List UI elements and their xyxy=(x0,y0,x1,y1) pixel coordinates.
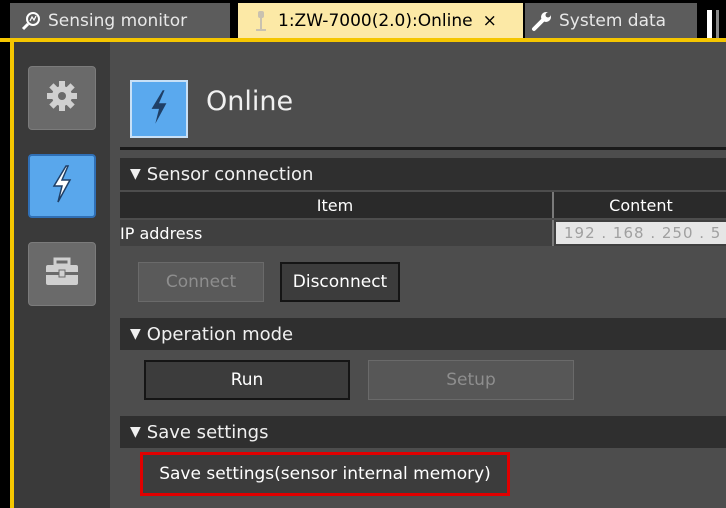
section-header-operation-mode[interactable]: ▼ Operation mode xyxy=(120,318,726,350)
sensor-icon xyxy=(250,10,272,32)
online-panel: Online ▼ Sensor connection Item Content … xyxy=(110,42,726,508)
gear-icon xyxy=(44,78,80,118)
table-header: Item Content xyxy=(120,192,726,218)
section-label: Sensor connection xyxy=(146,163,314,185)
window-edge xyxy=(0,42,10,508)
toolbox-icon xyxy=(44,257,80,291)
section-header-sensor-connection[interactable]: ▼ Sensor connection xyxy=(120,158,726,190)
tab-online[interactable]: 1:ZW-7000(2.0):Online × xyxy=(238,3,523,38)
tab-label: 1:ZW-7000(2.0):Online xyxy=(278,10,473,31)
save-settings-button[interactable]: Save settings(sensor internal memory) xyxy=(140,452,510,496)
table-row: IP address 192 . 168 . 250 . 5 xyxy=(120,220,726,246)
row-item-label: IP address xyxy=(120,223,203,243)
tab-scroll-indicator xyxy=(707,10,712,40)
tab-label: Sensing monitor xyxy=(48,10,188,31)
lightning-icon xyxy=(48,164,76,208)
section-header-save-settings[interactable]: ▼ Save settings xyxy=(120,416,726,448)
collapse-triangle-icon: ▼ xyxy=(130,166,141,182)
magnifier-icon xyxy=(20,10,42,32)
sidebar-item-settings[interactable] xyxy=(28,66,96,130)
close-icon[interactable]: × xyxy=(483,11,497,31)
wrench-icon xyxy=(531,10,553,32)
collapse-triangle-icon: ▼ xyxy=(130,326,141,342)
page-title: Online xyxy=(206,86,294,117)
tab-sensing-monitor[interactable]: Sensing monitor xyxy=(10,3,230,38)
tab-scroll-indicator-secondary xyxy=(716,10,719,40)
ip-address-field[interactable]: 192 . 168 . 250 . 5 xyxy=(556,222,726,244)
title-divider xyxy=(120,147,726,150)
setup-button[interactable]: Setup xyxy=(368,360,574,400)
tab-label: System data xyxy=(559,10,667,31)
section-label: Save settings xyxy=(146,421,269,443)
connect-button[interactable]: Connect xyxy=(138,262,264,302)
tab-bar: Sensing monitor 1:ZW-7000(2.0):Online × … xyxy=(0,0,726,40)
column-header-item: Item xyxy=(316,195,354,215)
run-button[interactable]: Run xyxy=(144,360,350,400)
column-header-content: Content xyxy=(552,192,726,218)
tab-system-data[interactable]: System data xyxy=(525,3,697,38)
online-header-icon xyxy=(130,80,188,138)
side-panel xyxy=(14,42,110,508)
row-content-cell: 192 . 168 . 250 . 5 xyxy=(552,220,726,246)
lightning-icon xyxy=(146,88,172,130)
disconnect-button[interactable]: Disconnect xyxy=(280,262,400,302)
collapse-triangle-icon: ▼ xyxy=(130,424,141,440)
sidebar-item-tools[interactable] xyxy=(28,242,96,306)
sidebar-item-online[interactable] xyxy=(28,154,96,218)
section-label: Operation mode xyxy=(146,323,294,345)
